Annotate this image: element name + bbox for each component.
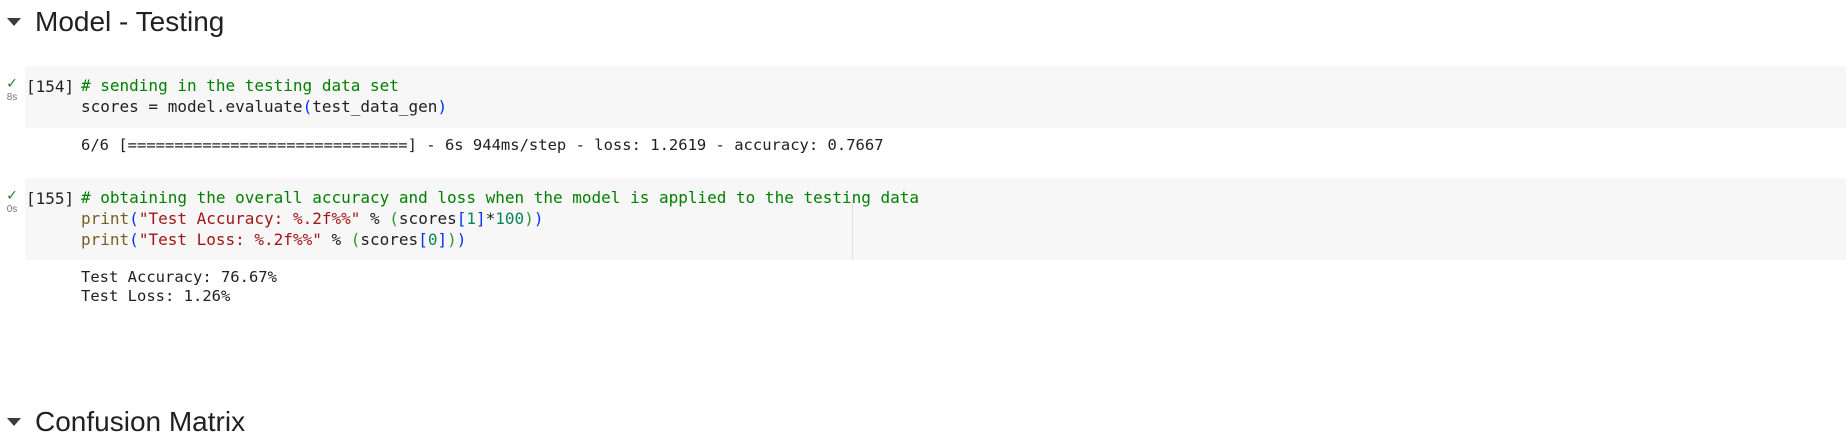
code-arg: test_data_gen (312, 97, 438, 116)
exec-time: 8s (6, 92, 18, 103)
code-paren: ) (524, 209, 534, 228)
exec-count: [154] (26, 77, 75, 96)
code-cell-154[interactable]: ✓ 8s [154] # sending in the testing data… (0, 66, 1846, 166)
code-op: % (360, 209, 390, 228)
code-bracket: [ (456, 209, 467, 228)
code-bracket: ] (476, 209, 486, 228)
run-status[interactable]: ✓ 0s (0, 188, 24, 215)
code-paren: ( (129, 230, 139, 249)
code-paren: ) (533, 209, 544, 228)
code-var: scores (398, 209, 457, 228)
section-header-confusion-matrix[interactable]: Confusion Matrix (0, 400, 245, 444)
section-title: Confusion Matrix (35, 406, 246, 437)
code-paren: ) (447, 230, 457, 249)
cell-output-line-2: Test Loss: 1.26% (81, 287, 231, 305)
code-paren: ( (389, 209, 399, 228)
code-paren: ) (456, 230, 467, 249)
code-string: "Test Accuracy: %.2f%%" (138, 209, 361, 228)
code-number: 1 (466, 209, 476, 228)
code-line-2: scores = model.evaluate(test_data_gen) (81, 95, 447, 119)
cell-output: 6/6 [==============================] - 6… (81, 136, 884, 154)
exec-count: [155] (26, 189, 75, 208)
code-text: scores = model.evaluate (81, 97, 303, 116)
code-bracket: [ (418, 230, 428, 249)
code-cell-155[interactable]: ✓ 0s [155] # obtaining the overall accur… (0, 178, 1846, 313)
code-paren: ( (350, 230, 361, 249)
code-line-3: print("Test Loss: %.2f%%" % (scores[0])) (81, 228, 466, 252)
code-string: "Test Loss: %.2f%%" (138, 230, 322, 249)
code-op: % (321, 230, 351, 249)
code-function: print (81, 209, 130, 228)
code-comment: # sending in the testing data set (81, 76, 399, 95)
success-check-icon: ✓ (6, 188, 18, 204)
code-paren: ) (437, 97, 448, 116)
code-number: 100 (495, 209, 525, 228)
run-status[interactable]: ✓ 8s (0, 76, 24, 103)
success-check-icon: ✓ (6, 76, 18, 92)
collapse-caret-icon[interactable] (7, 418, 21, 426)
code-function: print (81, 230, 130, 249)
code-paren: ( (129, 209, 139, 228)
code-op: * (485, 209, 496, 228)
code-paren: ( (302, 97, 313, 116)
collapse-caret-icon[interactable] (7, 18, 21, 26)
exec-time: 0s (6, 204, 18, 215)
section-header-model-testing[interactable]: Model - Testing (0, 0, 224, 44)
code-comment: # obtaining the overall accuracy and los… (81, 188, 920, 207)
code-var: scores (360, 230, 419, 249)
section-title: Model - Testing (35, 6, 225, 37)
code-bracket: ] (437, 230, 448, 249)
